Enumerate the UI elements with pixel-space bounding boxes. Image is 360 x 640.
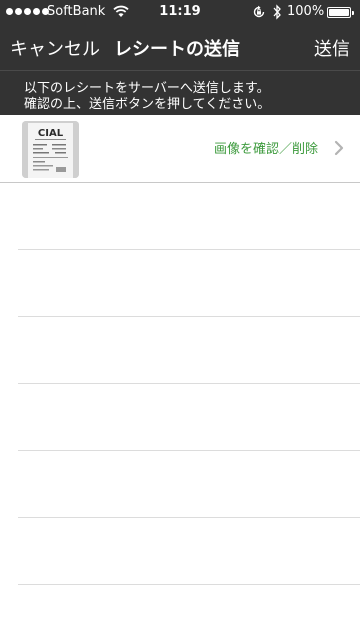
view-delete-image-link[interactable]: 画像を確認／削除 (214, 138, 318, 157)
page-title: レシートの送信 (114, 39, 240, 60)
list-item (18, 384, 360, 451)
list-item (18, 183, 360, 250)
chevron-right-icon (334, 140, 344, 156)
bluetooth-icon (273, 4, 281, 20)
navigation-bar: キャンセル レシートの送信 送信 (0, 26, 360, 70)
rotation-lock-icon (253, 5, 265, 18)
receipt-image: CIAL (22, 121, 79, 178)
receipt-list: CIAL 画像を確認／削除 (0, 115, 360, 640)
battery-percentage: 100% (287, 4, 325, 19)
carrier-name: SoftBank (47, 4, 106, 19)
wifi-icon (113, 5, 129, 17)
info-text-line-2: 確認の上、送信ボタンを押してください。 (24, 97, 271, 112)
status-bar: SoftBank 11:19 100% (0, 0, 360, 26)
receipt-thumbnail[interactable]: CIAL (22, 121, 79, 178)
cancel-button[interactable]: キャンセル (10, 35, 100, 61)
send-button[interactable]: 送信 (314, 35, 350, 61)
list-item (18, 451, 360, 518)
receipt-logo-text: CIAL (38, 128, 64, 139)
app-screen: SoftBank 11:19 100% キャンセル レシートの送信 送信 以下の… (0, 0, 360, 640)
list-item (18, 585, 360, 640)
list-item (18, 317, 360, 384)
battery-icon (327, 7, 354, 18)
info-banner: 以下のレシートをサーバーへ送信します。 確認の上、送信ボタンを押してください。 (0, 70, 360, 115)
signal-strength-icon (6, 8, 49, 15)
info-text-line-1: 以下のレシートをサーバーへ送信します。 (24, 81, 270, 96)
list-item (18, 518, 360, 585)
receipt-row[interactable]: CIAL 画像を確認／削除 (0, 115, 360, 183)
list-item (18, 250, 360, 317)
